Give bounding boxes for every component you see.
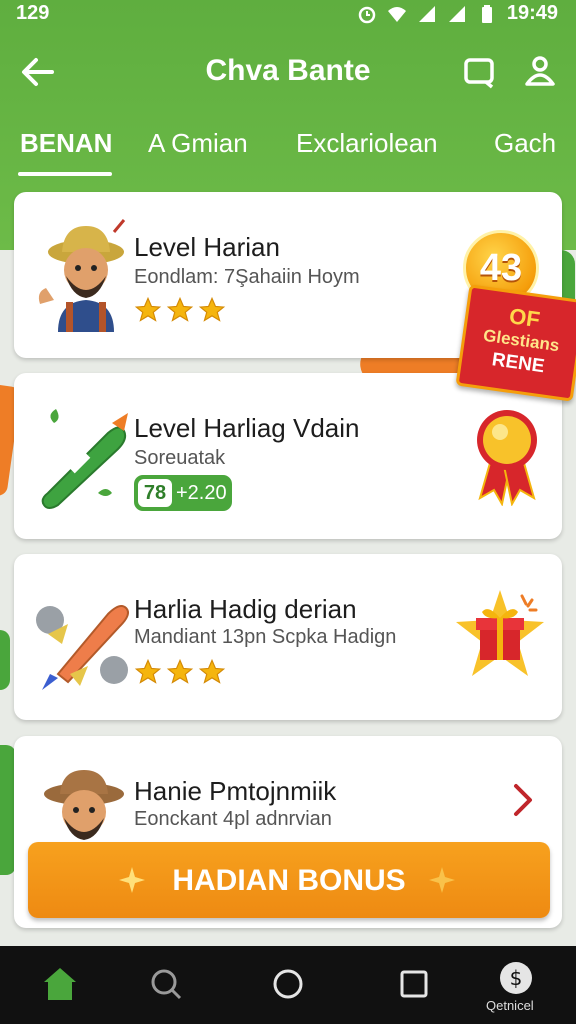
star-icon xyxy=(134,296,162,322)
bonus-label: HADIAN BONUS xyxy=(172,864,406,897)
home-circle-icon[interactable] xyxy=(268,964,308,1004)
medal-icon xyxy=(477,410,537,506)
star-icon xyxy=(198,658,226,684)
tab-gach[interactable]: Gach xyxy=(494,128,556,159)
pill-level: 78 xyxy=(138,479,172,507)
account-icon[interactable]: $ xyxy=(498,960,534,996)
chat-icon[interactable] xyxy=(462,54,498,90)
status-left-text: 129 xyxy=(16,2,50,24)
reward-pill: 78 +2.20 xyxy=(134,475,232,511)
card-subtitle: Eondlam: 7Şahaiin Hoym xyxy=(134,266,360,288)
status-bar: 129 19:49 xyxy=(0,0,576,30)
tab-benan[interactable]: BENAN xyxy=(20,128,112,159)
card-subtitle: Mandiant 13pn Scpka Hadign xyxy=(134,626,397,648)
star-icon xyxy=(134,658,162,684)
card-subtitle: Soreuatak xyxy=(134,447,226,469)
signal-icon xyxy=(448,5,465,22)
gift-icon xyxy=(456,590,544,676)
recents-square-icon[interactable] xyxy=(394,964,434,1004)
chevron-right-icon[interactable] xyxy=(508,780,538,820)
farmer-avatar-icon xyxy=(38,219,126,332)
star-icon xyxy=(198,296,226,322)
bonus-button[interactable]: HADIAN BONUS xyxy=(28,842,550,918)
decor-shape xyxy=(0,630,10,690)
signal-icon xyxy=(418,5,435,22)
tab-bar: BENAN A Gmian Exclariolean Gach xyxy=(0,124,576,180)
sparkle-icon xyxy=(429,867,455,893)
nav-account-label: Qetnicel xyxy=(486,998,534,1013)
active-tab-indicator xyxy=(18,172,112,176)
bottom-nav: $ Qetnicel xyxy=(0,946,576,1024)
status-time: 19:49 xyxy=(506,2,558,24)
home-icon[interactable] xyxy=(40,964,80,1004)
star-rating xyxy=(134,296,226,324)
tab-a-gmian[interactable]: A Gmian xyxy=(148,128,248,159)
profile-icon[interactable] xyxy=(522,52,558,88)
card-title: Level Harian xyxy=(134,232,280,262)
cucumber-rocket-icon xyxy=(41,409,128,509)
star-icon xyxy=(166,296,194,322)
star-rating xyxy=(134,658,226,686)
wifi-icon xyxy=(387,6,406,22)
app-bar: Chva Bante xyxy=(0,44,576,100)
star-icon xyxy=(166,658,194,684)
tab-exclariolean[interactable]: Exclariolean xyxy=(296,128,438,159)
reward-ribbon: OF Glestians RENE xyxy=(455,284,576,402)
alarm-icon xyxy=(358,6,376,23)
card-title: Harlia Hadig derian xyxy=(134,594,357,624)
card-subtitle: Eonckant 4pl adnrvian xyxy=(134,808,332,830)
svg-text:$: $ xyxy=(510,966,523,990)
battery-icon xyxy=(481,4,492,23)
card-title: Hanie Pmtojnmiik xyxy=(134,776,337,806)
search-icon[interactable] xyxy=(146,964,186,1004)
card-title: Level Harliag Vdain xyxy=(134,413,360,443)
pill-value: +2.20 xyxy=(176,482,227,504)
rocket-icon xyxy=(36,605,129,690)
